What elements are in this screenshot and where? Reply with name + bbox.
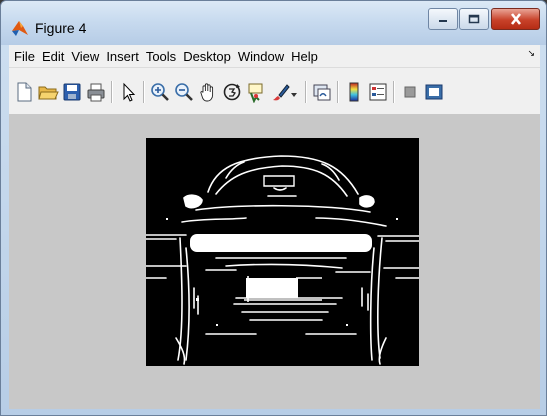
colorbar-icon[interactable]: [343, 81, 365, 103]
link-plot-icon[interactable]: [311, 81, 333, 103]
menu-insert[interactable]: Insert: [103, 49, 142, 64]
menu-file[interactable]: File: [11, 49, 38, 64]
brush-icon[interactable]: [269, 81, 291, 103]
zoom-in-icon[interactable]: [149, 81, 171, 103]
show-plot-tools-icon[interactable]: [423, 81, 445, 103]
minimize-button[interactable]: [428, 8, 458, 30]
toolbar-separator: [305, 81, 306, 103]
toolbar-separator: [337, 81, 338, 103]
legend-icon[interactable]: [367, 81, 389, 103]
menu-edit[interactable]: Edit: [39, 49, 67, 64]
new-figure-icon[interactable]: [13, 81, 35, 103]
menu-overflow-icon[interactable]: ↘: [527, 48, 535, 59]
rotate-3d-icon[interactable]: [221, 81, 243, 103]
minimize-icon: [439, 20, 447, 22]
zoom-out-icon[interactable]: [173, 81, 195, 103]
window-title: Figure 4: [35, 20, 87, 36]
pan-hand-icon[interactable]: [197, 81, 219, 103]
open-file-icon[interactable]: [37, 81, 59, 103]
save-icon[interactable]: [61, 81, 83, 103]
close-button[interactable]: [491, 8, 540, 30]
toolbar-separator: [143, 81, 144, 103]
edit-plot-arrow-icon[interactable]: [117, 81, 139, 103]
close-icon: [510, 13, 521, 25]
title-bar[interactable]: Figure 4: [1, 1, 546, 45]
menu-desktop[interactable]: Desktop: [180, 49, 234, 64]
toolbar-separator: [393, 81, 394, 103]
hide-plot-tools-icon[interactable]: [399, 81, 421, 103]
edge-detected-car-image[interactable]: [146, 138, 419, 366]
maximize-button[interactable]: [459, 8, 489, 30]
data-cursor-icon[interactable]: [245, 81, 267, 103]
maximize-icon: [468, 14, 480, 24]
menu-help[interactable]: Help: [288, 49, 321, 64]
menu-window[interactable]: Window: [235, 49, 287, 64]
brush-dropdown-icon[interactable]: [289, 81, 299, 103]
figure-canvas: [9, 115, 540, 409]
figure-window: Figure 4 File Edit View Insert Tools Des…: [0, 0, 547, 416]
menu-view[interactable]: View: [68, 49, 102, 64]
menu-tools[interactable]: Tools: [143, 49, 179, 64]
matlab-icon: [12, 21, 28, 36]
menu-bar: File Edit View Insert Tools Desktop Wind…: [9, 45, 540, 68]
print-icon[interactable]: [85, 81, 107, 103]
toolbar-separator: [111, 81, 112, 103]
figure-toolbar: [9, 68, 540, 115]
